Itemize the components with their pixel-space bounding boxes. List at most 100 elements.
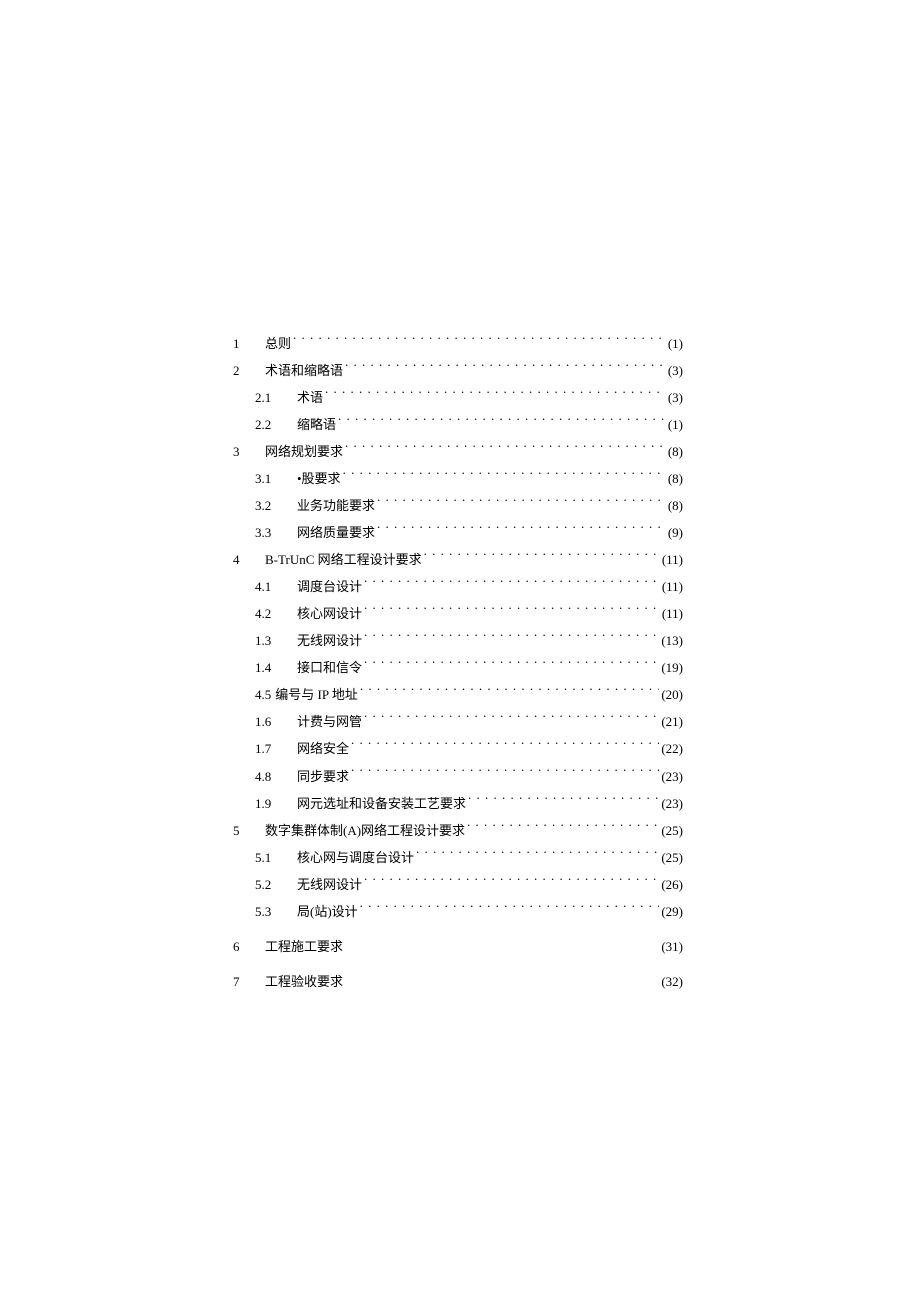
toc-entry-number: 4.8 [255, 763, 283, 790]
toc-entry-page: (19) [661, 654, 683, 681]
toc-dot-leader [466, 795, 659, 808]
toc-entry-number: 5.1 [255, 844, 283, 871]
toc-entry-page: (25) [661, 817, 683, 844]
toc-entry: 5.2 无线网设计 (26) [233, 871, 683, 898]
toc-entry-title: 缩略语 [297, 411, 336, 438]
toc-plain-group: 6工程施工要求(31)7工程验收要求(32) [233, 933, 683, 995]
toc-entry: 1总则(1) [233, 330, 683, 357]
toc-entry-title: 计费与网管 [297, 708, 362, 735]
toc-dot-leader [375, 497, 666, 510]
toc-dot-leader [362, 659, 659, 672]
toc-entry-title: 网元选址和设备安装工艺要求 [297, 790, 466, 817]
toc-entry-page: (8) [668, 492, 683, 519]
toc-entry: 1.3 无线网设计 (13) [233, 627, 683, 654]
toc-entry-number: 3.3 [255, 519, 283, 546]
toc-entry-title: 无线网设计 [297, 871, 362, 898]
toc-entry-number: 4.5 [255, 681, 271, 708]
toc-entry: 3.1 •股要求 (8) [233, 465, 683, 492]
toc-entry-page: (32) [661, 968, 683, 995]
toc-dot-leader [343, 973, 647, 986]
toc-entry-page: (1) [668, 330, 683, 357]
toc-entry: 1.6 计费与网管 (21) [233, 708, 683, 735]
toc-entry-title: 核心网与调度台设计 [297, 844, 414, 871]
toc-entry-number: 4 [233, 546, 251, 573]
toc-entry-title: 编号与 IP 地址 [275, 681, 358, 708]
toc-entry-title: 无线网设计 [297, 627, 362, 654]
toc-entry: 4.2 核心网设计 (11) [233, 600, 683, 627]
toc-entry-number: 1.7 [255, 735, 283, 762]
toc-entry-number: 1.9 [255, 790, 283, 817]
toc-entry-page: (11) [662, 546, 683, 573]
toc-entry: 2.1术语(3) [233, 384, 683, 411]
toc-entry-page: (20) [661, 681, 683, 708]
toc-dot-leader [336, 416, 666, 429]
toc-entry-title: •股要求 [297, 465, 341, 492]
toc-entry-number: 7 [233, 968, 251, 995]
toc-entry: 7 工程验收要求 (32) [233, 968, 683, 995]
toc-entry: 4.8同步要求(23) [233, 763, 683, 790]
toc-entry-number: 2.2 [255, 411, 283, 438]
toc-entry: 4.1调度台设计(11) [233, 573, 683, 600]
toc-dot-leader [465, 822, 659, 835]
toc-dot-leader [362, 876, 659, 889]
toc-entry-title: B-TrUnC 网络工程设计要求 [265, 546, 422, 573]
toc-entry: 5.3局(站)设计(29) [233, 898, 683, 925]
toc-entry-page: (26) [661, 871, 683, 898]
toc-entry-title: 网络质量要求 [297, 519, 375, 546]
toc-entry-number: 2.1 [255, 384, 283, 411]
toc-entry: 3.2 业务功能要求 (8) [233, 492, 683, 519]
toc-entry: 2术语和缩略语(3) [233, 357, 683, 384]
toc-entry-number: 4.2 [255, 600, 283, 627]
toc-dot-leader [343, 362, 666, 375]
toc-entry-number: 5.2 [255, 871, 283, 898]
toc-entry-number: 3.2 [255, 492, 283, 519]
toc-dot-leader [358, 903, 660, 916]
toc-entry: 5.1 核心网与调度台设计 (25) [233, 844, 683, 871]
toc-dot-leader [343, 443, 666, 456]
toc-entry-title: 网络安全 [297, 735, 349, 762]
toc-dot-leader [349, 768, 659, 781]
toc-entry-number: 1.3 [255, 627, 283, 654]
toc-entry-number: 1.4 [255, 654, 283, 681]
toc-dot-leader [323, 389, 666, 402]
toc-entry: 5数字集群体制(A)网络工程设计要求(25) [233, 817, 683, 844]
toc-dot-leader [362, 632, 659, 645]
toc-entry-page: (31) [661, 933, 683, 960]
toc-entry-page: (23) [661, 763, 683, 790]
toc-entry: 4.5编号与 IP 地址 (20) [233, 681, 683, 708]
toc-entry-page: (9) [668, 519, 683, 546]
toc-dot-leader [375, 524, 666, 537]
toc-entry-title: 局(站)设计 [297, 898, 358, 925]
toc-entry-page: (8) [668, 438, 683, 465]
toc-entry-title: 总则 [265, 330, 291, 357]
toc-entry-page: (23) [661, 790, 683, 817]
toc-list: 1总则(1)2术语和缩略语(3)2.1术语(3)2.2缩略语(1)3网络规划要求… [233, 330, 683, 995]
toc-entry-page: (8) [668, 465, 683, 492]
toc-dot-leader [291, 335, 666, 348]
toc-entry-title: 核心网设计 [297, 600, 362, 627]
toc-dot-leader [343, 938, 647, 951]
toc-entry-page: (25) [661, 844, 683, 871]
toc-dot-leader [362, 605, 660, 618]
toc-entry-page: (11) [662, 600, 683, 627]
toc-entry-title: 业务功能要求 [297, 492, 375, 519]
toc-entry: 1.4 接口和信令 (19) [233, 654, 683, 681]
toc-entry-title: 接口和信令 [297, 654, 362, 681]
toc-entry-title: 数字集群体制(A)网络工程设计要求 [265, 817, 465, 844]
toc-entry-title: 术语 [297, 384, 323, 411]
toc-entry-number: 3.1 [255, 465, 283, 492]
toc-entry-page: (3) [668, 357, 683, 384]
toc-dot-leader [341, 470, 666, 483]
toc-entry-title: 工程验收要求 [265, 968, 343, 995]
toc-entry: 2.2 缩略语 (1) [233, 411, 683, 438]
toc-entry-title: 网络规划要求 [265, 438, 343, 465]
toc-entry-page: (21) [661, 708, 683, 735]
toc-dot-leader [362, 713, 659, 726]
toc-entry-page: (1) [668, 411, 683, 438]
toc-entry-number: 6 [233, 933, 251, 960]
toc-entry-page: (13) [661, 627, 683, 654]
toc-entry: 3网络规划要求(8) [233, 438, 683, 465]
toc-entry-number: 1.6 [255, 708, 283, 735]
toc-dot-leader [349, 740, 659, 753]
toc-entry: 4 B-TrUnC 网络工程设计要求 (11) [233, 546, 683, 573]
